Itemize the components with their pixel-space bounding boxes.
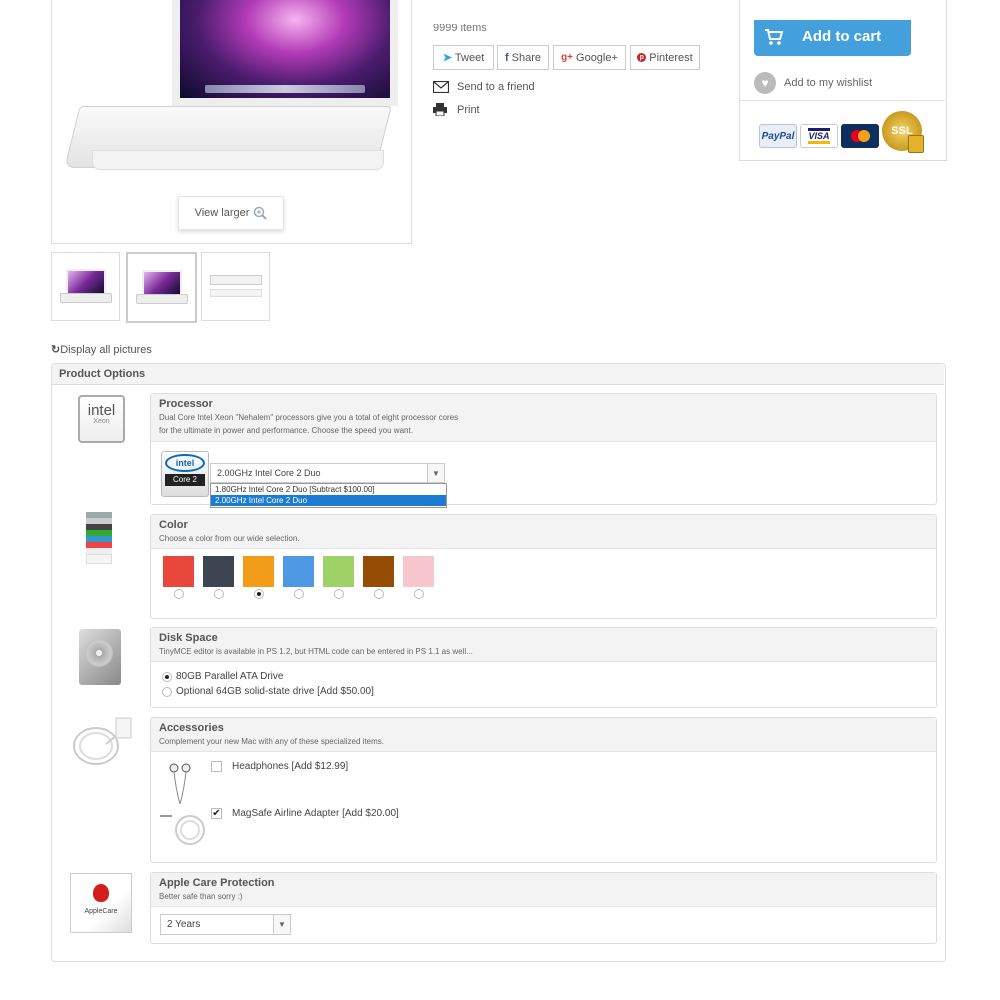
add-to-wishlist-link[interactable]: ♥ Add to my wishlist — [754, 72, 872, 94]
color-swatch[interactable] — [283, 556, 314, 587]
color-swatch[interactable] — [363, 556, 394, 587]
refresh-icon: ↻ — [51, 344, 61, 356]
processor-select[interactable]: 2.00GHz Intel Core 2 Duo ▼ — [210, 463, 445, 483]
google-plus-button[interactable]: g+ Google+ — [553, 45, 626, 70]
radio-80gb[interactable] — [162, 671, 172, 682]
twitter-icon: ➤ — [442, 52, 452, 64]
thumbnail-3[interactable] — [201, 252, 270, 321]
magsafe-adapter-option[interactable]: ✔ MagSafe Airline Adapter [Add $20.00] — [211, 808, 399, 819]
color-swatch[interactable] — [163, 556, 194, 587]
facebook-share-button[interactable]: f Share — [497, 45, 549, 70]
radio-64gb[interactable] — [162, 686, 172, 697]
print-link[interactable]: Print — [433, 103, 480, 116]
color-radio[interactable] — [414, 589, 424, 599]
facebook-icon: f — [504, 51, 509, 64]
intel-xeon-icon: intel Xeon — [78, 395, 125, 443]
printer-icon — [433, 103, 447, 116]
view-larger-button[interactable]: View larger — [178, 196, 284, 230]
stock-quantity: 9999 items — [433, 24, 487, 33]
add-to-cart-button[interactable]: Add to cart — [754, 20, 911, 56]
thumbnail-2[interactable] — [126, 252, 197, 323]
disk-option-80gb[interactable]: 80GB Parallel ATA Drive — [162, 671, 283, 682]
color-radio[interactable] — [254, 589, 264, 599]
product-options-title: Product Options — [52, 364, 944, 385]
color-radio[interactable] — [174, 589, 184, 599]
processor-dropdown-list: 1.80GHz Intel Core 2 Duo [Subtract $100.… — [210, 483, 447, 508]
hard-drive-icon — [79, 629, 121, 685]
tweet-button[interactable]: ➤ Tweet — [433, 45, 494, 70]
color-swatch[interactable] — [403, 556, 434, 587]
color-radio[interactable] — [214, 589, 224, 599]
applecare-box-icon: AppleCare — [70, 873, 132, 933]
color-swatches-icon — [86, 512, 112, 564]
lock-icon — [908, 135, 924, 153]
color-swatch[interactable] — [323, 556, 354, 587]
pinterest-icon: p — [637, 53, 647, 62]
heart-icon: ♥ — [754, 72, 776, 94]
magsafe-adapter-image — [158, 808, 208, 850]
laptop-screen — [172, 0, 398, 106]
headphones-option[interactable]: Headphones [Add $12.99] — [211, 761, 348, 772]
envelope-icon — [433, 81, 449, 93]
chevron-down-icon: ▼ — [427, 464, 444, 482]
pinterest-button[interactable]: p Pinterest — [630, 45, 700, 70]
mastercard-logo — [841, 124, 879, 148]
applecare-years-select[interactable]: 2 Years ▼ — [160, 914, 291, 935]
shopping-cart-icon — [765, 29, 784, 45]
display-all-pictures-link[interactable]: ↻Display all pictures — [51, 343, 152, 356]
disk-option-64gb-ssd[interactable]: Optional 64GB solid-state drive [Add $50… — [162, 686, 374, 697]
adapter-cable-icon — [66, 716, 136, 768]
intel-core2-logo: intel Core 2 — [161, 451, 209, 497]
magsafe-checkbox[interactable]: ✔ — [211, 808, 222, 819]
processor-option-2[interactable]: 2.00GHz Intel Core 2 Duo — [211, 495, 446, 506]
color-swatch[interactable] — [243, 556, 274, 587]
color-radio[interactable] — [294, 589, 304, 599]
color-radio[interactable] — [334, 589, 344, 599]
color-swatch[interactable] — [203, 556, 234, 587]
headphones-checkbox[interactable] — [211, 761, 222, 772]
google-plus-icon: g+ — [561, 52, 574, 63]
color-radio[interactable] — [374, 589, 384, 599]
accessories-option-group: Accessories Complement your new Mac with… — [150, 717, 937, 863]
paypal-logo: PayPal — [759, 124, 797, 148]
headphones-image — [160, 760, 206, 806]
thumbnail-1[interactable] — [51, 252, 120, 321]
chevron-down-icon: ▼ — [273, 915, 290, 934]
zoom-icon — [254, 206, 268, 220]
processor-option-1[interactable]: 1.80GHz Intel Core 2 Duo [Subtract $100.… — [211, 484, 446, 495]
send-to-friend-link[interactable]: Send to a friend — [433, 81, 535, 93]
visa-logo: VISA — [800, 124, 838, 148]
